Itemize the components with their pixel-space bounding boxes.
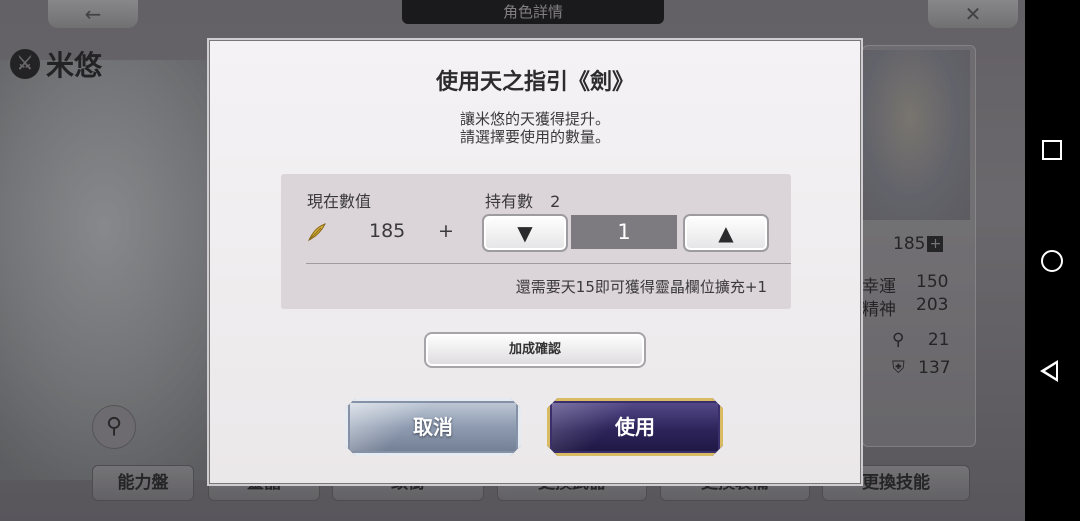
system-nav-bar	[1025, 0, 1080, 521]
feather-icon	[307, 223, 327, 242]
divider	[306, 263, 791, 264]
owned-count-value: 2	[550, 192, 561, 211]
owned-count: 持有數 2	[485, 188, 560, 212]
quantity-panel: 現在數值 持有數 2 185 + ▼ 1 ▲ 還需要天15即可獲得靈晶欄位擴充+…	[281, 174, 791, 309]
dialog-description: 讓米悠的天獲得提升。 請選擇要使用的數量。	[209, 110, 861, 146]
confirm-bonus-button[interactable]: 加成確認	[424, 332, 646, 368]
plus-sign: +	[438, 220, 454, 242]
chevron-up-icon: ▲	[718, 221, 734, 245]
description-line-1: 讓米悠的天獲得提升。	[459, 110, 610, 128]
quantity-display: 1	[571, 215, 677, 249]
owned-label: 持有數	[485, 192, 534, 211]
current-value: 185	[369, 220, 406, 242]
chevron-down-icon: ▼	[517, 221, 533, 245]
description-line-2: 請選擇要使用的數量。	[459, 128, 610, 146]
home-icon[interactable]	[1041, 250, 1063, 272]
dialog-title: 使用天之指引《劍》	[435, 69, 634, 95]
upgrade-hint: 還需要天15即可獲得靈晶欄位擴充+1	[515, 278, 767, 296]
cancel-button[interactable]: 取消	[345, 398, 521, 456]
use-button[interactable]: 使用	[547, 398, 723, 456]
recents-icon[interactable]	[1042, 140, 1062, 160]
current-value-label: 現在數值	[307, 192, 372, 211]
use-item-dialog: 使用天之指引《劍》 讓米悠的天獲得提升。 請選擇要使用的數量。 現在數值 持有數…	[207, 38, 863, 486]
decrement-button[interactable]: ▼	[482, 214, 568, 252]
back-icon[interactable]	[1040, 360, 1058, 382]
increment-button[interactable]: ▲	[683, 214, 769, 252]
